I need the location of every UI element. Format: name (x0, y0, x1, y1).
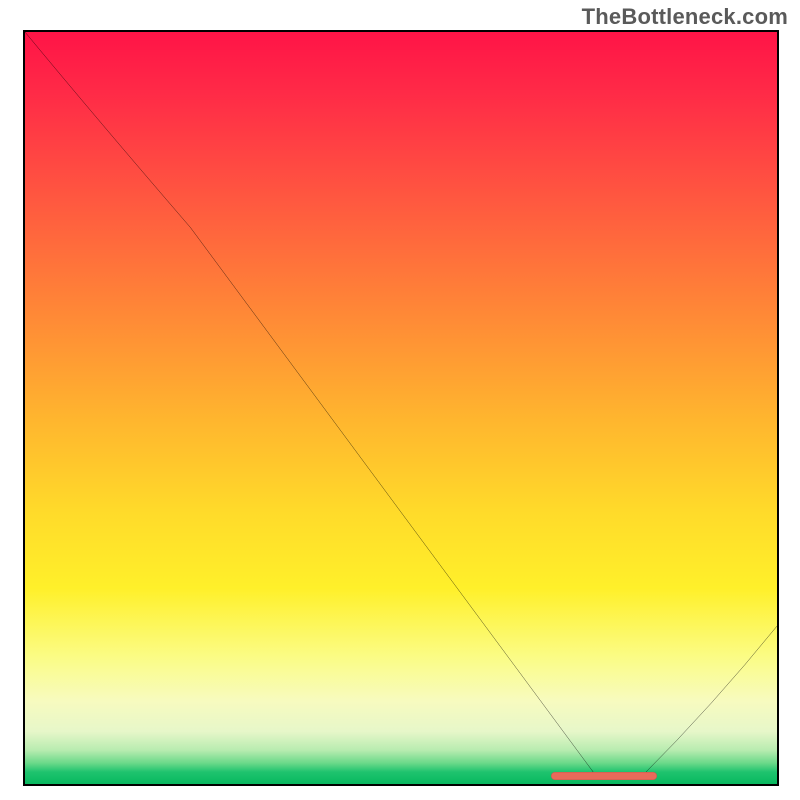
plot-area (23, 30, 779, 786)
bottleneck-curve (25, 32, 777, 784)
watermark-text: TheBottleneck.com (582, 4, 788, 30)
chart-frame: TheBottleneck.com (0, 0, 800, 800)
optimal-range-marker (551, 772, 656, 780)
